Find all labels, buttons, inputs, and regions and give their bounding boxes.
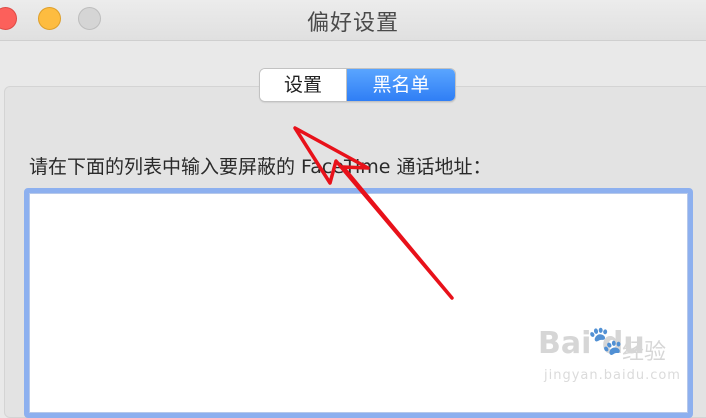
baidu-jingyan-watermark: Bai du 🐾 经验 jingyan.baidu.com — [538, 324, 698, 396]
annotation-arrow-shaft — [293, 126, 454, 300]
watermark-product: 经验 — [622, 340, 667, 365]
watermark-url: jingyan.baidu.com — [544, 368, 681, 383]
paw-icon: 🐾 — [588, 324, 623, 357]
